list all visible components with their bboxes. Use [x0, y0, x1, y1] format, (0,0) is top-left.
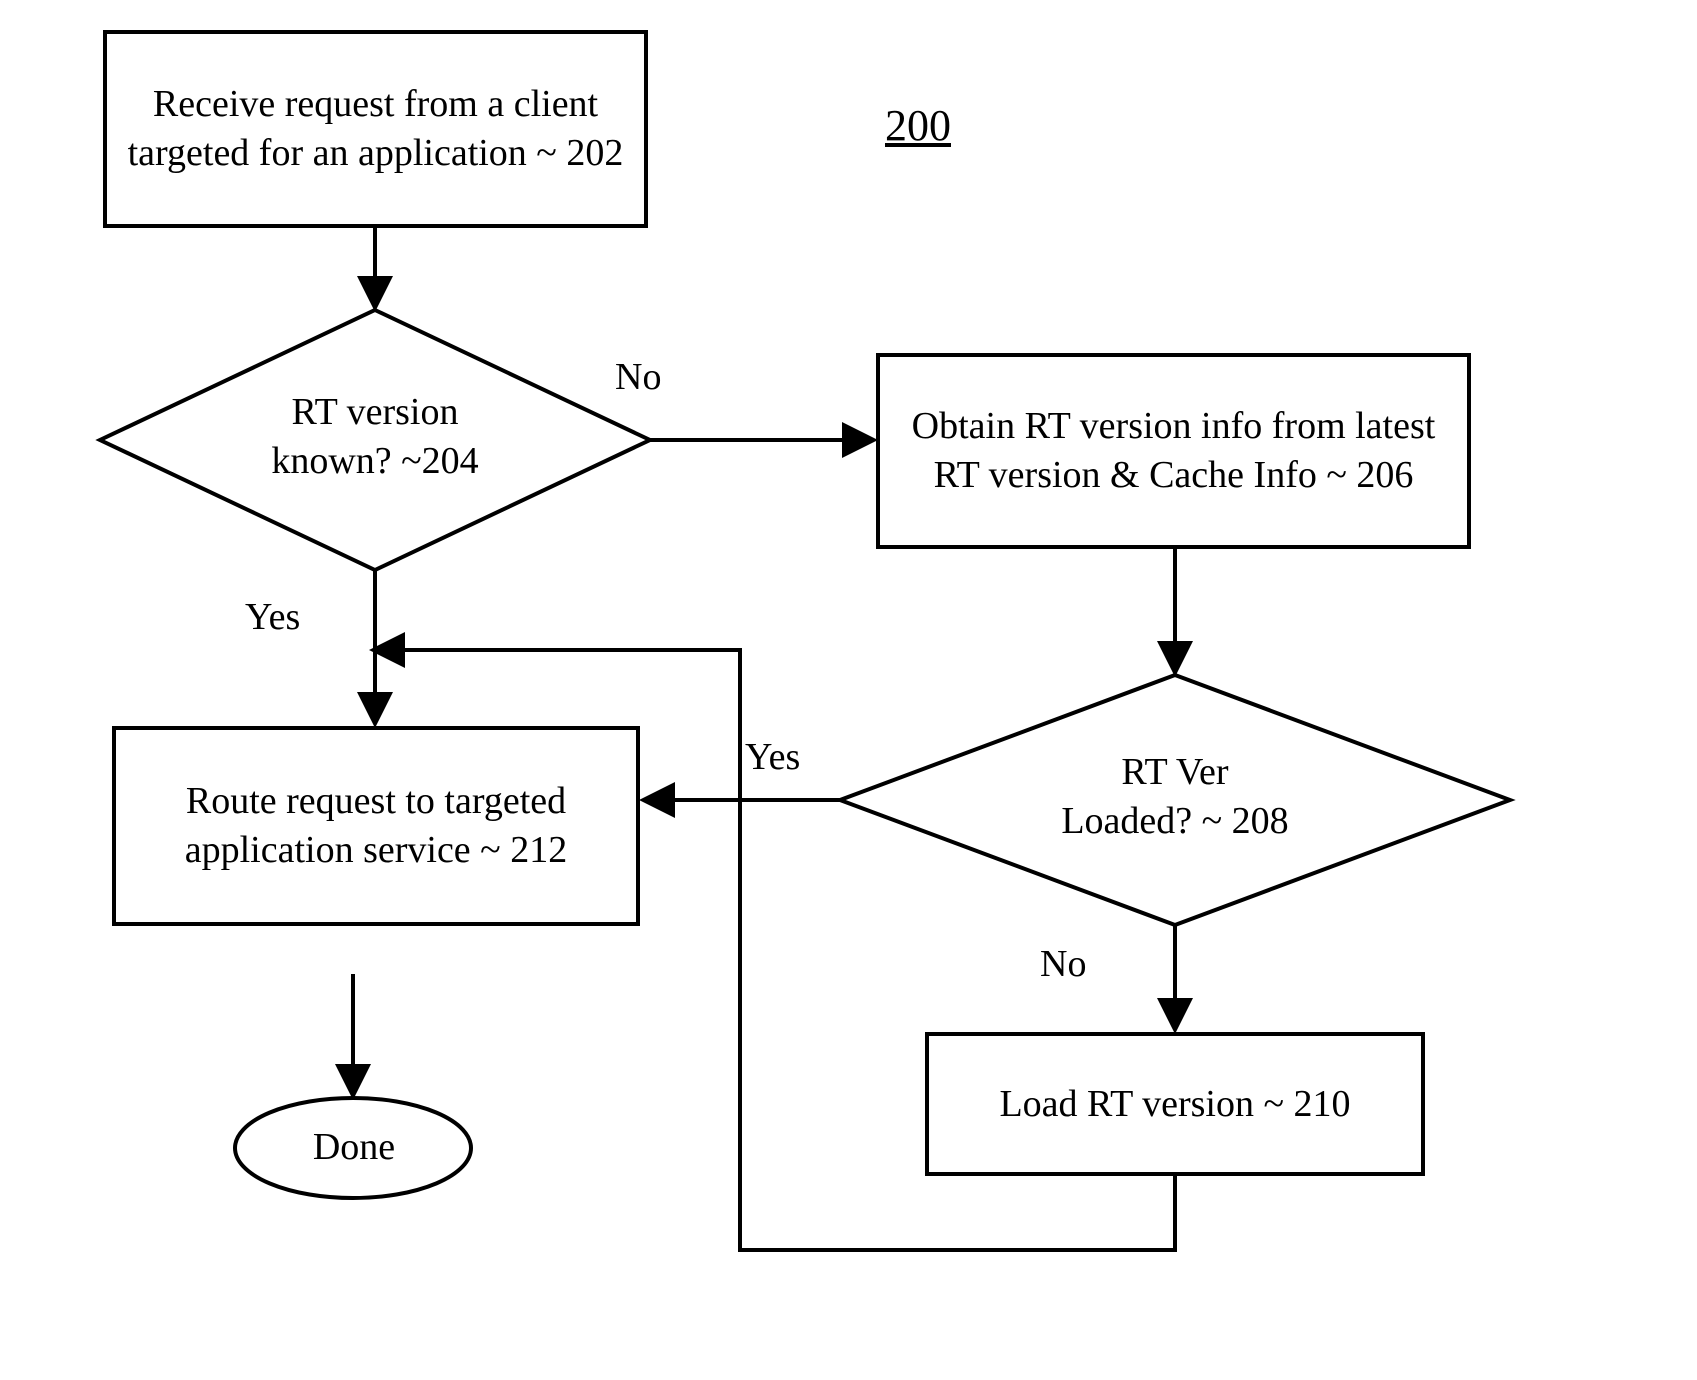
edge-label-204-no: No — [615, 353, 661, 402]
terminator-done-text: Done — [275, 1123, 433, 1172]
process-212: Route request to targeted application se… — [112, 726, 640, 926]
decision-208-text: RT Ver Loaded? ~ 208 — [1000, 748, 1350, 845]
edge-label-208-yes: Yes — [745, 733, 800, 782]
process-210: Load RT version ~ 210 — [925, 1032, 1425, 1176]
process-202-text: Receive request from a client targeted f… — [117, 80, 634, 177]
process-206: Obtain RT version info from latest RT ve… — [876, 353, 1471, 549]
decision-204-text: RT version known? ~204 — [225, 388, 525, 485]
flowchart-canvas: 200 — [0, 0, 1697, 1380]
process-202: Receive request from a client targeted f… — [103, 30, 648, 228]
process-206-text: Obtain RT version info from latest RT ve… — [890, 402, 1457, 499]
process-210-text: Load RT version ~ 210 — [999, 1080, 1350, 1129]
process-212-text: Route request to targeted application se… — [156, 777, 596, 874]
edge-label-208-no: No — [1040, 940, 1086, 989]
edge-label-204-yes: Yes — [245, 593, 300, 642]
